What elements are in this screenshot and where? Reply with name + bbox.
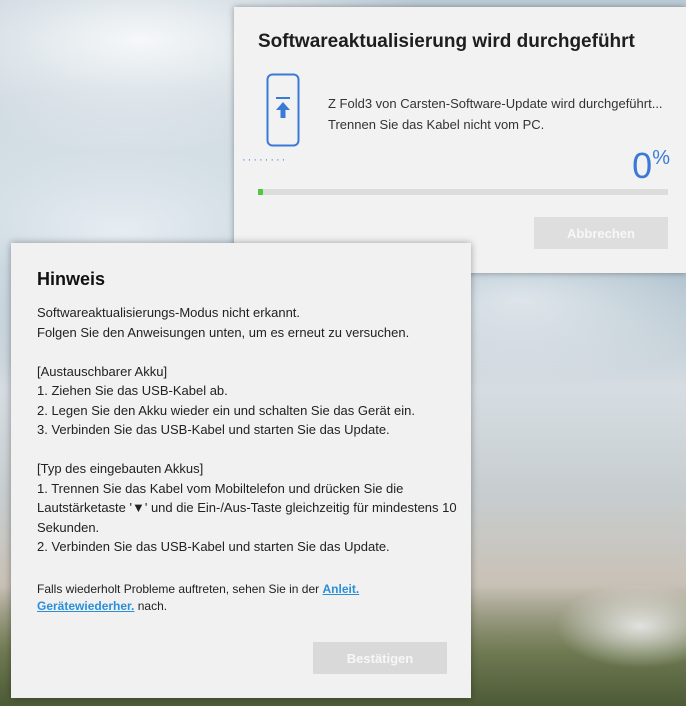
progress-percent-unit: % [652, 147, 670, 169]
instruction-step: 3. Verbinden Sie das USB-Kabel und start… [37, 422, 390, 437]
section-header-builtin-battery: [Typ des eingebauten Akkus] [37, 461, 204, 476]
instruction-step: 2. Legen Sie den Akku wieder ein und sch… [37, 402, 415, 418]
update-message-line1: Z Fold3 von Carsten-Software-Update wird… [328, 96, 663, 111]
progress-bar-fill [258, 189, 263, 195]
hint-dialog: Hinweis Softwareaktualisierungs-Modus ni… [11, 243, 471, 698]
instruction-step: 1. Ziehen Sie das USB-Kabel ab. [37, 383, 228, 398]
intro-line: Folgen Sie den Anweisungen unten, um es … [37, 324, 410, 340]
progress-bar [258, 189, 668, 195]
progress-percent: 0% [632, 145, 670, 187]
update-window: Softwareaktualisierung wird durchgeführt… [234, 7, 686, 273]
intro-line: Softwareaktualisierungs-Modus nicht erka… [37, 305, 301, 320]
confirm-button[interactable]: Bestätigen [313, 642, 447, 674]
desktop-background: Softwareaktualisierung wird durchgeführt… [0, 0, 686, 706]
connection-dots: ········ [242, 154, 288, 166]
instruction-step: 2. Verbinden Sie das USB-Kabel und start… [37, 539, 390, 554]
hint-dialog-title: Hinweis [37, 269, 106, 289]
progress-percent-value: 0 [632, 145, 653, 186]
instruction-step: 1. Trennen Sie das Kabel vom Mobiltelefo… [37, 480, 457, 535]
update-title: Softwareaktualisierung wird durchgeführt [258, 31, 635, 52]
help-footer: Falls wiederholt Probleme auftreten, seh… [37, 581, 457, 615]
cancel-button[interactable]: Abbrechen [534, 217, 668, 249]
help-footer-prefix: Falls wiederholt Probleme auftreten, seh… [37, 582, 323, 596]
section-header-removable-battery: [Austauschbarer Akku] [37, 363, 168, 379]
update-message-line2: Trennen Sie das Kabel nicht vom PC. [328, 117, 545, 132]
help-footer-suffix: nach. [134, 599, 168, 613]
hint-dialog-body: Softwareaktualisierungs-Modus nicht erka… [37, 303, 457, 557]
phone-upload-icon [266, 73, 300, 147]
update-message: Z Fold3 von Carsten-Software-Update wird… [328, 93, 663, 135]
